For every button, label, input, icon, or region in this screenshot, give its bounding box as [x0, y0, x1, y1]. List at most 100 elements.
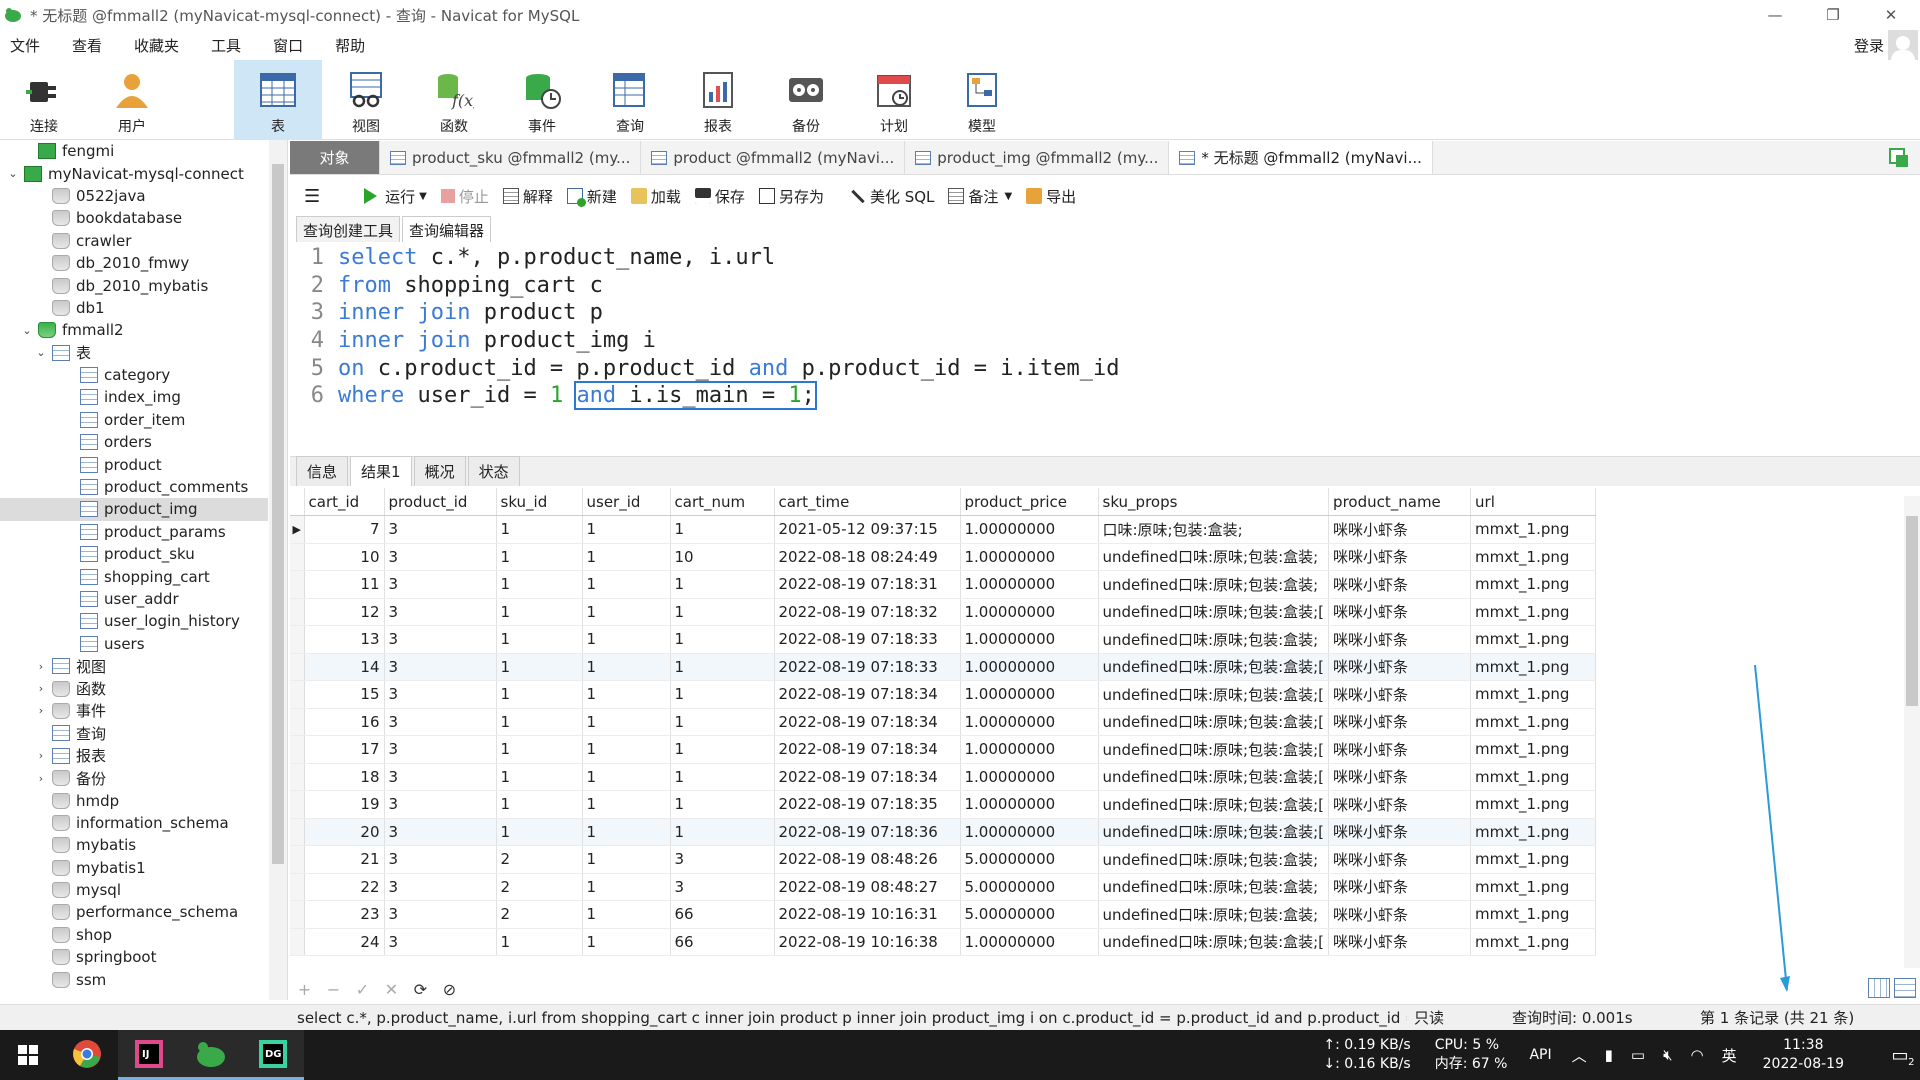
table-cell[interactable]: mmxt_1.png — [1470, 763, 1597, 791]
table-cell[interactable]: 12 — [304, 598, 385, 626]
expand-toggle-icon[interactable]: › — [34, 682, 48, 695]
table-cell[interactable]: 10 — [304, 543, 385, 571]
table-cell[interactable]: 15 — [304, 680, 385, 709]
table-cell[interactable]: 1 — [582, 570, 671, 599]
result-grid[interactable]: cart_id product_id sku_id user_id cart_num ca… — [290, 488, 1905, 958]
table-cell[interactable]: mmxt_1.png — [1470, 708, 1597, 736]
expand-toggle-icon[interactable]: ⌄ — [34, 346, 48, 359]
expand-toggle-icon[interactable]: ⌄ — [6, 167, 20, 180]
bookmark-icon[interactable]: ▮ — [1605, 1046, 1613, 1064]
table-row[interactable]: 10 3 1 1 10 2022-08-18 08:24:49 1.00000000 unde… — [290, 543, 1597, 571]
table-cell[interactable]: 1.00000000 — [960, 598, 1099, 626]
tree-node[interactable]: db1 — [0, 297, 268, 319]
add-record-button[interactable]: + — [290, 980, 319, 999]
table-row[interactable]: 19 3 1 1 1 2022-08-19 07:18:35 1.00000000 undef… — [290, 790, 1597, 819]
table-cell[interactable]: undefined口味:原味;包装:盒装; — [1098, 873, 1330, 901]
column-header[interactable]: sku_id — [496, 488, 583, 516]
table-cell[interactable]: undefined口味:原味;包装:盒装; — [1098, 845, 1330, 874]
table-cell[interactable]: 1 — [670, 763, 775, 791]
table-cell[interactable]: 19 — [304, 790, 385, 819]
table-cell[interactable]: 2022-08-19 07:18:35 — [774, 790, 961, 819]
tree-node[interactable]: 查询 — [0, 722, 268, 744]
table-cell[interactable]: 3 — [384, 900, 497, 929]
table-cell[interactable]: 2022-08-19 07:18:33 — [774, 625, 961, 654]
apply-changes-button[interactable]: ✓ — [348, 980, 377, 999]
tree-node[interactable]: › 事件 — [0, 700, 268, 722]
save-button[interactable]: 保存 — [694, 186, 745, 207]
table-cell[interactable]: 2021-05-12 09:37:15 — [774, 515, 961, 544]
run-button[interactable]: 运行 ▼ — [364, 186, 427, 207]
hamburger-menu-button[interactable]: ☰ — [304, 186, 320, 207]
table-cell[interactable]: 2022-08-19 07:18:34 — [774, 708, 961, 736]
table-cell[interactable]: 1 — [496, 680, 583, 709]
notification-center-button[interactable]: ▭ 2 — [1880, 1045, 1920, 1068]
table-cell[interactable]: 1 — [670, 598, 775, 626]
row-marker[interactable] — [290, 900, 305, 929]
table-cell[interactable]: 1 — [496, 818, 583, 846]
table-cell[interactable]: 14 — [304, 653, 385, 681]
table-cell[interactable]: 3 — [384, 928, 497, 956]
table-cell[interactable]: mmxt_1.png — [1470, 900, 1597, 929]
ribbon-backup-button[interactable]: 备份 — [762, 60, 850, 140]
close-button[interactable]: ✕ — [1862, 0, 1920, 30]
current-row-indicator-icon[interactable]: ▶ — [290, 515, 305, 544]
table-cell[interactable]: mmxt_1.png — [1470, 928, 1597, 956]
explain-button[interactable]: 解释 — [502, 186, 553, 207]
table-cell[interactable]: 2022-08-19 07:18:34 — [774, 680, 961, 709]
table-cell[interactable]: 1.00000000 — [960, 680, 1099, 709]
row-marker[interactable] — [290, 790, 305, 819]
avatar[interactable] — [1888, 30, 1918, 60]
restore-button[interactable]: ❐ — [1804, 0, 1862, 30]
table-cell[interactable]: 3 — [384, 790, 497, 819]
table-cell[interactable]: 13 — [304, 625, 385, 654]
table-cell[interactable]: 1 — [496, 790, 583, 819]
row-marker[interactable] — [290, 763, 305, 791]
tree-node[interactable]: fengmi — [0, 140, 268, 162]
battery-icon[interactable]: ▭ — [1631, 1046, 1645, 1064]
tree-node[interactable]: information_schema — [0, 812, 268, 834]
table-cell[interactable]: 1 — [670, 708, 775, 736]
table-cell[interactable]: 5.00000000 — [960, 845, 1099, 874]
ribbon-schedule-button[interactable]: 计划 — [850, 60, 938, 140]
table-cell[interactable]: 3 — [384, 543, 497, 571]
ribbon-event-button[interactable]: 事件 — [498, 60, 586, 140]
table-cell[interactable]: 3 — [384, 708, 497, 736]
column-header[interactable]: cart_num — [670, 488, 775, 516]
scrollbar-thumb[interactable] — [1906, 516, 1918, 706]
table-cell[interactable]: undefined口味:原味;包装:盒装;[ — [1098, 818, 1330, 846]
table-cell[interactable]: 1.00000000 — [960, 570, 1099, 599]
expand-toggle-icon[interactable]: › — [34, 660, 48, 673]
table-cell[interactable]: 3 — [384, 763, 497, 791]
table-cell[interactable]: 22 — [304, 873, 385, 901]
row-marker[interactable] — [290, 680, 305, 709]
table-cell[interactable]: 1 — [582, 845, 671, 874]
beautify-sql-button[interactable]: 美化 SQL — [850, 186, 934, 207]
table-cell[interactable]: 2 — [496, 873, 583, 901]
table-cell[interactable]: 3 — [384, 625, 497, 654]
row-marker[interactable] — [290, 598, 305, 626]
table-cell[interactable]: 2 — [496, 845, 583, 874]
table-cell[interactable]: 咪咪小虾条 — [1328, 763, 1472, 791]
tree-node[interactable]: product — [0, 453, 268, 475]
table-cell[interactable]: 咪咪小虾条 — [1328, 515, 1472, 544]
column-header[interactable]: url — [1470, 488, 1597, 516]
table-row[interactable]: 15 3 1 1 1 2022-08-19 07:18:34 1.00000000 undef… — [290, 680, 1597, 709]
tree-node[interactable]: › 函数 — [0, 677, 268, 699]
grid-view-icon[interactable] — [1868, 978, 1890, 998]
sql-editor[interactable]: 1 select c.*, p.product_name, i.url 2 from … — [290, 244, 1920, 454]
table-cell[interactable]: 1 — [496, 928, 583, 956]
ribbon-user-button[interactable]: 用户 — [88, 60, 176, 140]
tab-query-builder[interactable]: 查询创建工具 — [296, 216, 401, 242]
table-cell[interactable]: 1.00000000 — [960, 790, 1099, 819]
tree-node[interactable]: performance_schema — [0, 901, 268, 923]
table-row[interactable]: 24 3 1 1 66 2022-08-19 10:16:38 1.00000000 unde… — [290, 928, 1597, 956]
tree-node[interactable]: product_img — [0, 498, 268, 521]
table-cell[interactable]: 2022-08-19 10:16:31 — [774, 900, 961, 929]
table-cell[interactable]: 1 — [582, 625, 671, 654]
column-header[interactable]: cart_time — [774, 488, 961, 516]
table-cell[interactable]: 1 — [670, 515, 775, 544]
table-cell[interactable]: 1 — [670, 570, 775, 599]
table-cell[interactable]: 1 — [582, 708, 671, 736]
table-cell[interactable]: 2 — [496, 900, 583, 929]
tree-node[interactable]: hmdp — [0, 789, 268, 811]
